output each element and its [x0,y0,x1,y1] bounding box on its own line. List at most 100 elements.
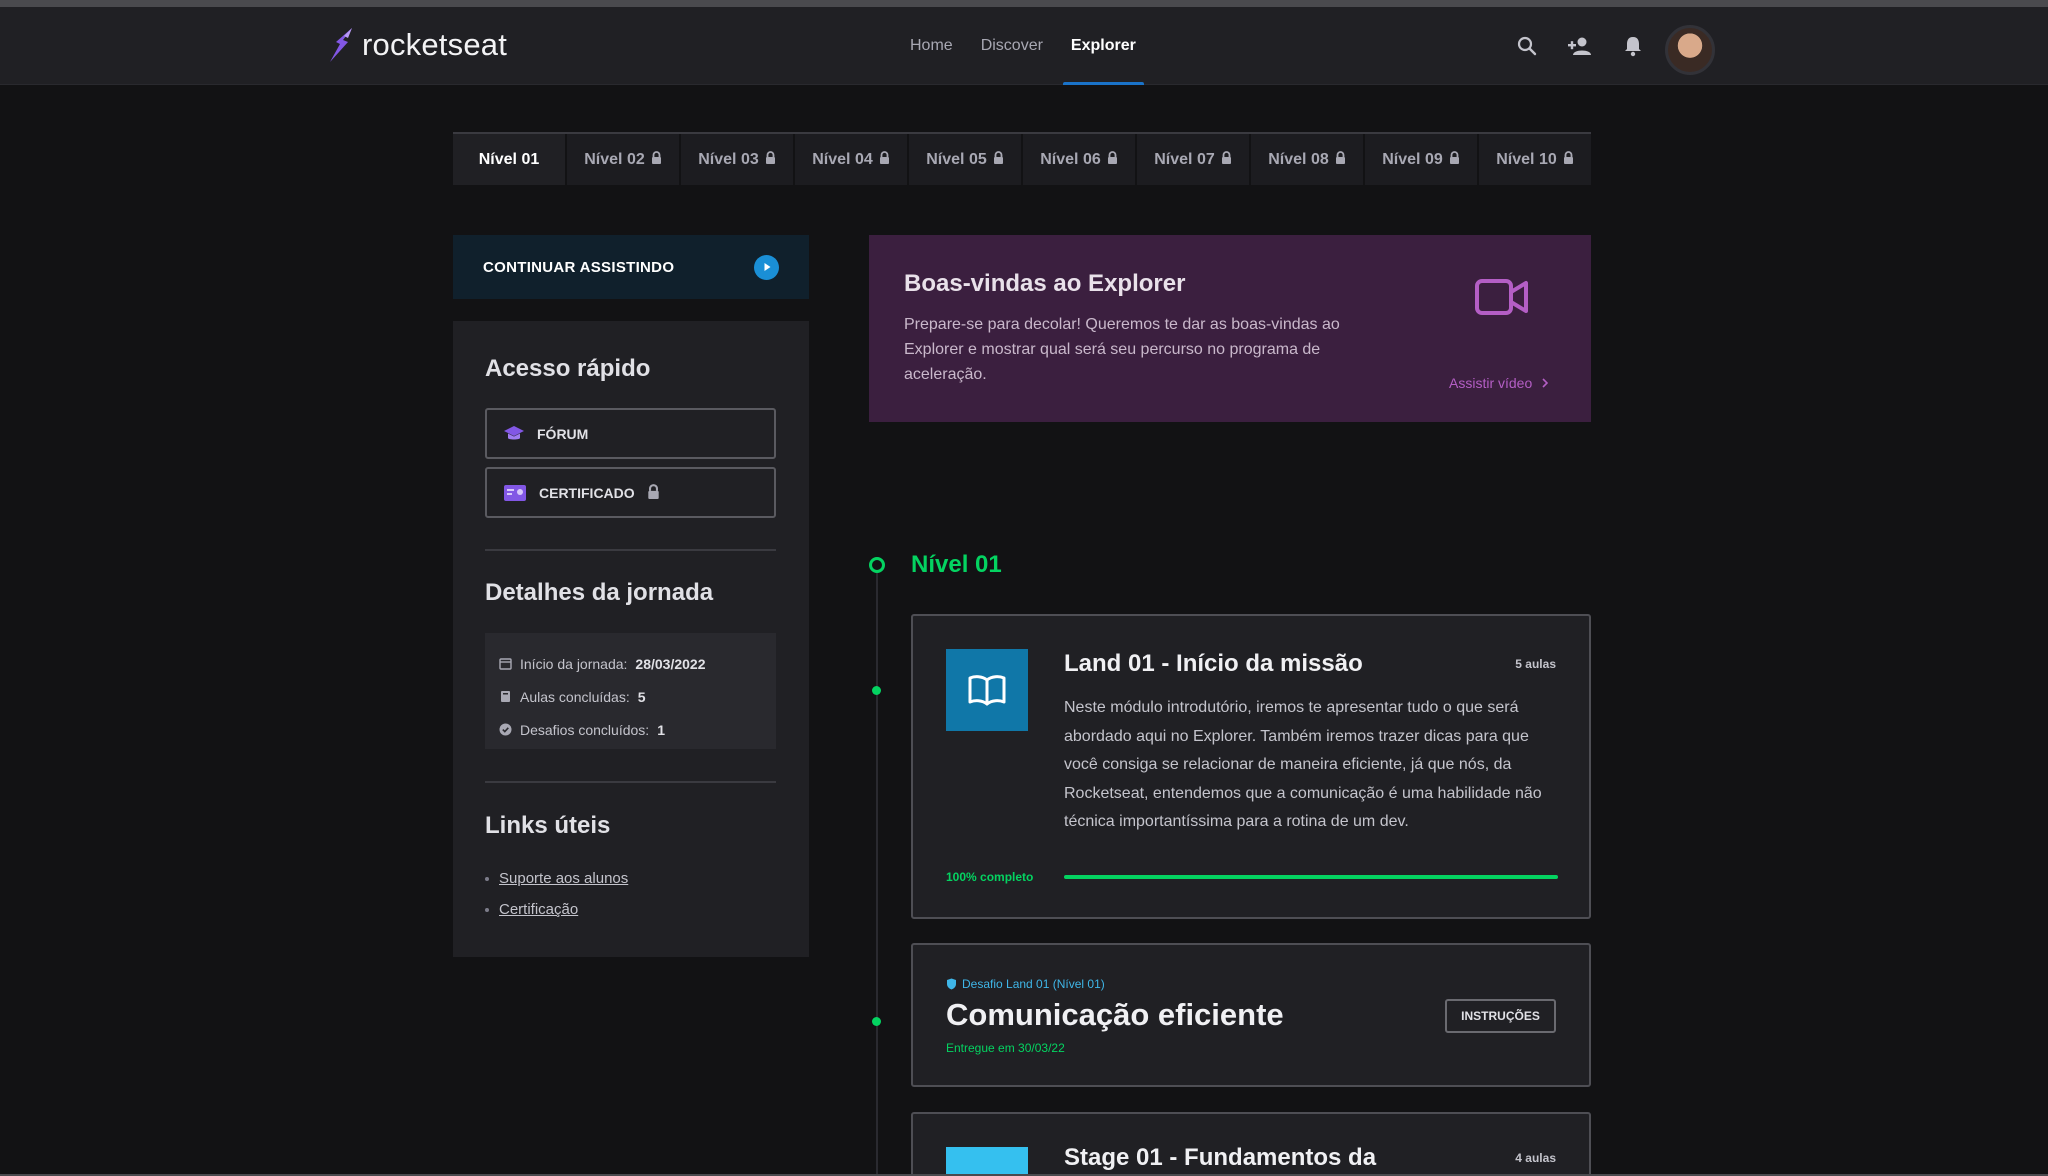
side-panel: Acesso rápido FÓRUM CERTIFICADO Detalhes… [453,321,809,957]
check-circle-icon [499,723,512,736]
tab-label: Nível 05 [926,150,987,168]
tab-nivel-04[interactable]: Nível 04 [795,134,909,185]
continue-watching-button[interactable]: CONTINUAR ASSISTINDO [453,235,809,299]
forum-button[interactable]: FÓRUM [485,408,776,459]
tab-label: Nível 09 [1382,150,1443,168]
land-description: Neste módulo introdutório, iremos te apr… [1064,699,1542,830]
tab-label: Nível 02 [584,150,645,168]
land-lesson-count: 5 aulas [1515,657,1556,671]
timeline-level-title: Nível 01 [911,551,1002,578]
rocket-icon [330,28,352,62]
top-header: rocketseat Home Discover Explorer [0,7,2048,85]
tab-nivel-03[interactable]: Nível 03 [681,134,795,185]
progress-bar [1064,875,1558,879]
challenges-value: 1 [657,721,665,738]
forum-label: FÓRUM [537,425,589,442]
lock-icon [993,150,1004,169]
book-icon [501,691,510,702]
timeline-dot [872,1017,881,1026]
instructions-button[interactable]: INSTRUÇÕES [1445,999,1556,1033]
open-book-icon [946,649,1028,731]
journey-start-value: 28/03/2022 [635,655,706,672]
stage-thumbnail [946,1147,1028,1174]
journey-start-row: Início da jornada: 28/03/2022 [499,647,762,680]
tab-nivel-08[interactable]: Nível 08 [1251,134,1365,185]
link-support[interactable]: Suporte aos alunos [485,863,628,894]
journey-title: Detalhes da jornada [485,579,714,606]
timeline-dot [872,686,881,695]
lock-icon [1107,150,1118,169]
challenge-tag: Desafio Land 01 (Nível 01) [946,977,1105,991]
lock-icon [765,150,776,169]
divider [485,781,776,783]
nav-explorer[interactable]: Explorer [1062,7,1144,85]
tab-nivel-07[interactable]: Nível 07 [1137,134,1251,185]
progress-fill [1064,875,1558,879]
watch-video-link[interactable]: Assistir vídeo [1449,375,1549,391]
tab-nivel-05[interactable]: Nível 05 [909,134,1023,185]
bullet [485,907,489,912]
chevron-right-icon [1542,378,1549,388]
nav-home[interactable]: Home [910,7,953,85]
certificate-icon [504,484,526,501]
lock-icon [1449,150,1460,169]
stage-card[interactable]: Stage 01 - Fundamentos da 4 aulas [911,1112,1591,1174]
tab-label: Nível 06 [1040,150,1101,168]
header-actions [1500,25,1659,67]
continue-label: CONTINUAR ASSISTINDO [483,258,675,276]
tab-label: Nível 04 [812,150,873,168]
land-title: Land 01 - Início da missão [1064,650,1363,677]
main-nav: Home Discover Explorer [910,7,1144,85]
lock-icon [879,150,890,169]
tab-nivel-01[interactable]: Nível 01 [453,134,567,185]
journey-start-label: Início da jornada: [520,655,628,672]
challenge-delivered: Entregue em 30/03/22 [946,1041,1065,1055]
link-support-label: Suporte aos alunos [499,870,629,887]
links-title: Links úteis [485,812,611,839]
search-icon[interactable] [1500,25,1553,67]
link-certification[interactable]: Certificação [485,894,628,925]
challenge-tag-label: Desafio Land 01 (Nível 01) [962,977,1105,991]
classes-row: Aulas concluídas: 5 [499,680,762,713]
nav-discover[interactable]: Discover [981,7,1043,85]
user-avatar[interactable] [1665,25,1715,75]
challenges-label: Desafios concluídos: [520,721,650,738]
tab-nivel-10[interactable]: Nível 10 [1479,134,1591,185]
certificate-label: CERTIFICADO [539,484,635,501]
stage-title: Stage 01 - Fundamentos da [1064,1144,1377,1171]
welcome-title: Boas-vindas ao Explorer [904,270,1186,297]
divider [485,549,776,551]
graduation-cap-icon [504,425,524,439]
tab-label: Nível 10 [1496,150,1557,168]
video-camera-icon [1474,277,1530,322]
tab-label: Nível 01 [478,150,540,168]
links-list: Suporte aos alunos Certificação [485,863,628,925]
tab-nivel-02[interactable]: Nível 02 [567,134,681,185]
challenge-title: Comunicação eficiente [946,997,1284,1032]
tab-label: Nível 07 [1154,150,1215,168]
certificate-button[interactable]: CERTIFICADO [485,467,776,518]
challenge-card[interactable]: Desafio Land 01 (Nível 01) Comunicação e… [911,943,1591,1087]
lock-icon [1221,150,1232,169]
journey-details: Início da jornada: 28/03/2022 Aulas conc… [485,633,776,749]
rocketseat-logo[interactable]: rocketseat [326,25,507,65]
link-certification-label: Certificação [499,901,579,918]
tab-label: Nível 03 [698,150,759,168]
land-card[interactable]: Land 01 - Início da missão 5 aulas Neste… [911,614,1591,919]
progress-label: 100% completo [946,870,1034,884]
tab-label: Nível 08 [1268,150,1329,168]
tab-nivel-09[interactable]: Nível 09 [1365,134,1479,185]
lock-icon [651,150,662,169]
tab-nivel-06[interactable]: Nível 06 [1023,134,1137,185]
bell-icon[interactable] [1606,25,1659,67]
level-tabs: Nível 01 Nível 02 Nível 03 Nível 04 Níve… [453,132,1591,185]
challenges-row: Desafios concluídos: 1 [499,713,762,746]
quick-access-title: Acesso rápido [485,355,651,382]
app-window: rocketseat Home Discover Explorer Nível … [0,7,2048,1174]
timeline-level-marker [869,557,885,573]
stage-lesson-count: 4 aulas [1515,1151,1556,1165]
shield-icon [947,978,956,990]
lock-icon [1563,150,1574,169]
add-user-icon[interactable] [1553,25,1606,67]
welcome-text: Prepare-se para decolar! Queremos te dar… [904,316,1340,383]
